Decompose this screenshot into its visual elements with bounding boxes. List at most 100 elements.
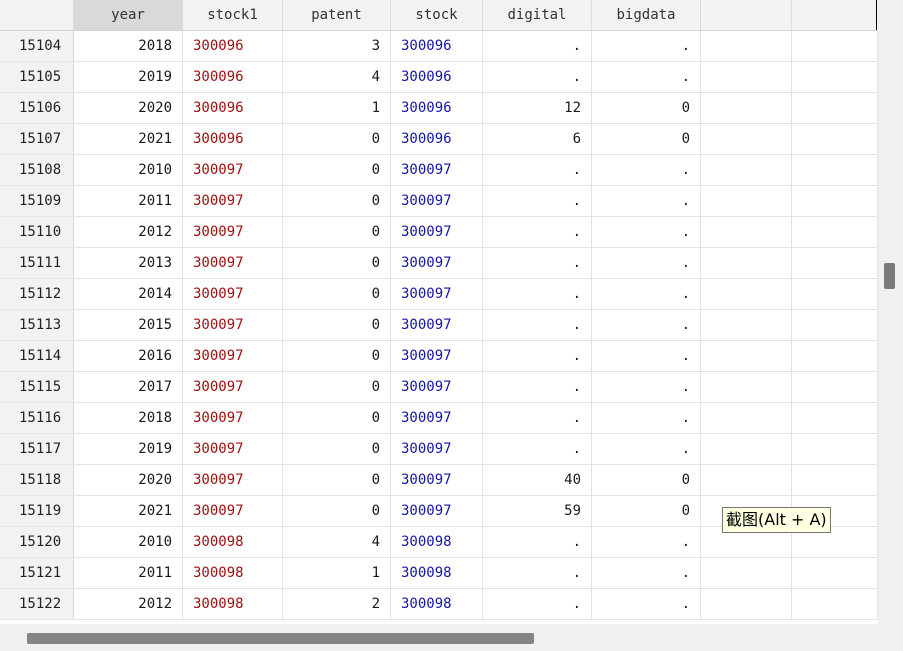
column-header-year[interactable]: year: [74, 0, 183, 30]
column-header-patent[interactable]: patent: [283, 0, 391, 30]
cell-bigdata[interactable]: .: [592, 155, 701, 185]
cell-stock1[interactable]: 300097: [183, 372, 283, 402]
cell-patent[interactable]: 0: [283, 372, 391, 402]
cell-empty[interactable]: [701, 372, 792, 402]
cell-digital[interactable]: .: [483, 310, 592, 340]
cell-stock[interactable]: 300097: [391, 372, 483, 402]
column-header-stock1[interactable]: stock1: [183, 0, 283, 30]
cell-patent[interactable]: 0: [283, 124, 391, 154]
cell-stock[interactable]: 300098: [391, 527, 483, 557]
cell-year[interactable]: 2015: [74, 310, 183, 340]
cell-bigdata[interactable]: 0: [592, 465, 701, 495]
cell-stock1[interactable]: 300097: [183, 217, 283, 247]
cell-year[interactable]: 2012: [74, 217, 183, 247]
cell-patent[interactable]: 1: [283, 558, 391, 588]
cell-stock1[interactable]: 300097: [183, 310, 283, 340]
cell-empty[interactable]: [701, 310, 792, 340]
cell-year[interactable]: 2013: [74, 248, 183, 278]
cell-stock1[interactable]: 300096: [183, 93, 283, 123]
cell-bigdata[interactable]: .: [592, 248, 701, 278]
cell-bigdata[interactable]: .: [592, 589, 701, 619]
table-row[interactable]: 15122 2012 300098 2 300098..: [0, 589, 878, 620]
cell-stock1[interactable]: 300097: [183, 279, 283, 309]
cell-bigdata[interactable]: .: [592, 372, 701, 402]
cell-year[interactable]: 2012: [74, 589, 183, 619]
cell-digital[interactable]: .: [483, 62, 592, 92]
cell-year[interactable]: 2017: [74, 372, 183, 402]
cell-empty[interactable]: [701, 217, 792, 247]
cell-stock[interactable]: 300097: [391, 186, 483, 216]
table-row[interactable]: 15110 2012 300097 0 300097..: [0, 217, 878, 248]
row-number[interactable]: 15104: [0, 31, 74, 61]
table-row[interactable]: 15107 2021 300096 0 300096 6 0: [0, 124, 878, 155]
cell-stock1[interactable]: 300097: [183, 155, 283, 185]
horizontal-scroll-thumb[interactable]: [27, 633, 534, 644]
cell-empty[interactable]: [792, 93, 878, 123]
cell-stock1[interactable]: 300097: [183, 186, 283, 216]
cell-stock[interactable]: 300096: [391, 93, 483, 123]
cell-empty[interactable]: [701, 93, 792, 123]
cell-empty[interactable]: [701, 248, 792, 278]
cell-stock1[interactable]: 300097: [183, 248, 283, 278]
cell-patent[interactable]: 4: [283, 62, 391, 92]
cell-year[interactable]: 2010: [74, 155, 183, 185]
cell-patent[interactable]: 0: [283, 434, 391, 464]
row-number[interactable]: 15106: [0, 93, 74, 123]
cell-empty[interactable]: [792, 434, 878, 464]
cell-stock[interactable]: 300097: [391, 310, 483, 340]
cell-digital[interactable]: 59: [483, 496, 592, 526]
cell-bigdata[interactable]: .: [592, 434, 701, 464]
cell-year[interactable]: 2011: [74, 558, 183, 588]
cell-patent[interactable]: 0: [283, 496, 391, 526]
table-row[interactable]: 15105 2019 300096 4 300096..: [0, 62, 878, 93]
cell-empty[interactable]: [792, 248, 878, 278]
cell-bigdata[interactable]: .: [592, 186, 701, 216]
cell-digital[interactable]: .: [483, 558, 592, 588]
cell-bigdata[interactable]: .: [592, 62, 701, 92]
row-number[interactable]: 15118: [0, 465, 74, 495]
cell-bigdata[interactable]: .: [592, 527, 701, 557]
cell-patent[interactable]: 0: [283, 186, 391, 216]
cell-empty[interactable]: [701, 341, 792, 371]
cell-digital[interactable]: .: [483, 434, 592, 464]
cell-digital[interactable]: .: [483, 279, 592, 309]
cell-bigdata[interactable]: .: [592, 403, 701, 433]
cell-patent[interactable]: 4: [283, 527, 391, 557]
cell-stock1[interactable]: 300096: [183, 124, 283, 154]
cell-empty[interactable]: [792, 155, 878, 185]
cell-empty[interactable]: [701, 124, 792, 154]
cell-digital[interactable]: .: [483, 341, 592, 371]
table-row[interactable]: 15108 2010 300097 0 300097..: [0, 155, 878, 186]
cell-empty[interactable]: [701, 155, 792, 185]
cell-empty[interactable]: [701, 62, 792, 92]
cell-empty[interactable]: [701, 558, 792, 588]
cell-bigdata[interactable]: 0: [592, 93, 701, 123]
table-row[interactable]: 15118 2020 300097 0 300097 40 0: [0, 465, 878, 496]
cell-stock1[interactable]: 300096: [183, 31, 283, 61]
cell-empty[interactable]: [792, 31, 878, 61]
row-number[interactable]: 15120: [0, 527, 74, 557]
cell-empty[interactable]: [792, 341, 878, 371]
column-header-empty[interactable]: [701, 0, 792, 30]
row-number[interactable]: 15109: [0, 186, 74, 216]
table-row[interactable]: 15113 2015 300097 0 300097..: [0, 310, 878, 341]
cell-stock[interactable]: 300096: [391, 31, 483, 61]
cell-digital[interactable]: 12: [483, 93, 592, 123]
cell-empty[interactable]: [792, 279, 878, 309]
cell-bigdata[interactable]: .: [592, 217, 701, 247]
cell-digital[interactable]: .: [483, 248, 592, 278]
cell-empty[interactable]: [701, 403, 792, 433]
row-number[interactable]: 15121: [0, 558, 74, 588]
cell-empty[interactable]: [701, 186, 792, 216]
column-header-bigdata[interactable]: bigdata: [592, 0, 701, 30]
row-number[interactable]: 15117: [0, 434, 74, 464]
cell-year[interactable]: 2021: [74, 496, 183, 526]
table-row[interactable]: 15106 2020 300096 1 300096 12 0: [0, 93, 878, 124]
cell-bigdata[interactable]: .: [592, 310, 701, 340]
cell-patent[interactable]: 0: [283, 465, 391, 495]
cell-digital[interactable]: .: [483, 217, 592, 247]
cell-year[interactable]: 2019: [74, 434, 183, 464]
cell-stock1[interactable]: 300097: [183, 434, 283, 464]
row-number[interactable]: 15110: [0, 217, 74, 247]
cell-stock[interactable]: 300098: [391, 558, 483, 588]
